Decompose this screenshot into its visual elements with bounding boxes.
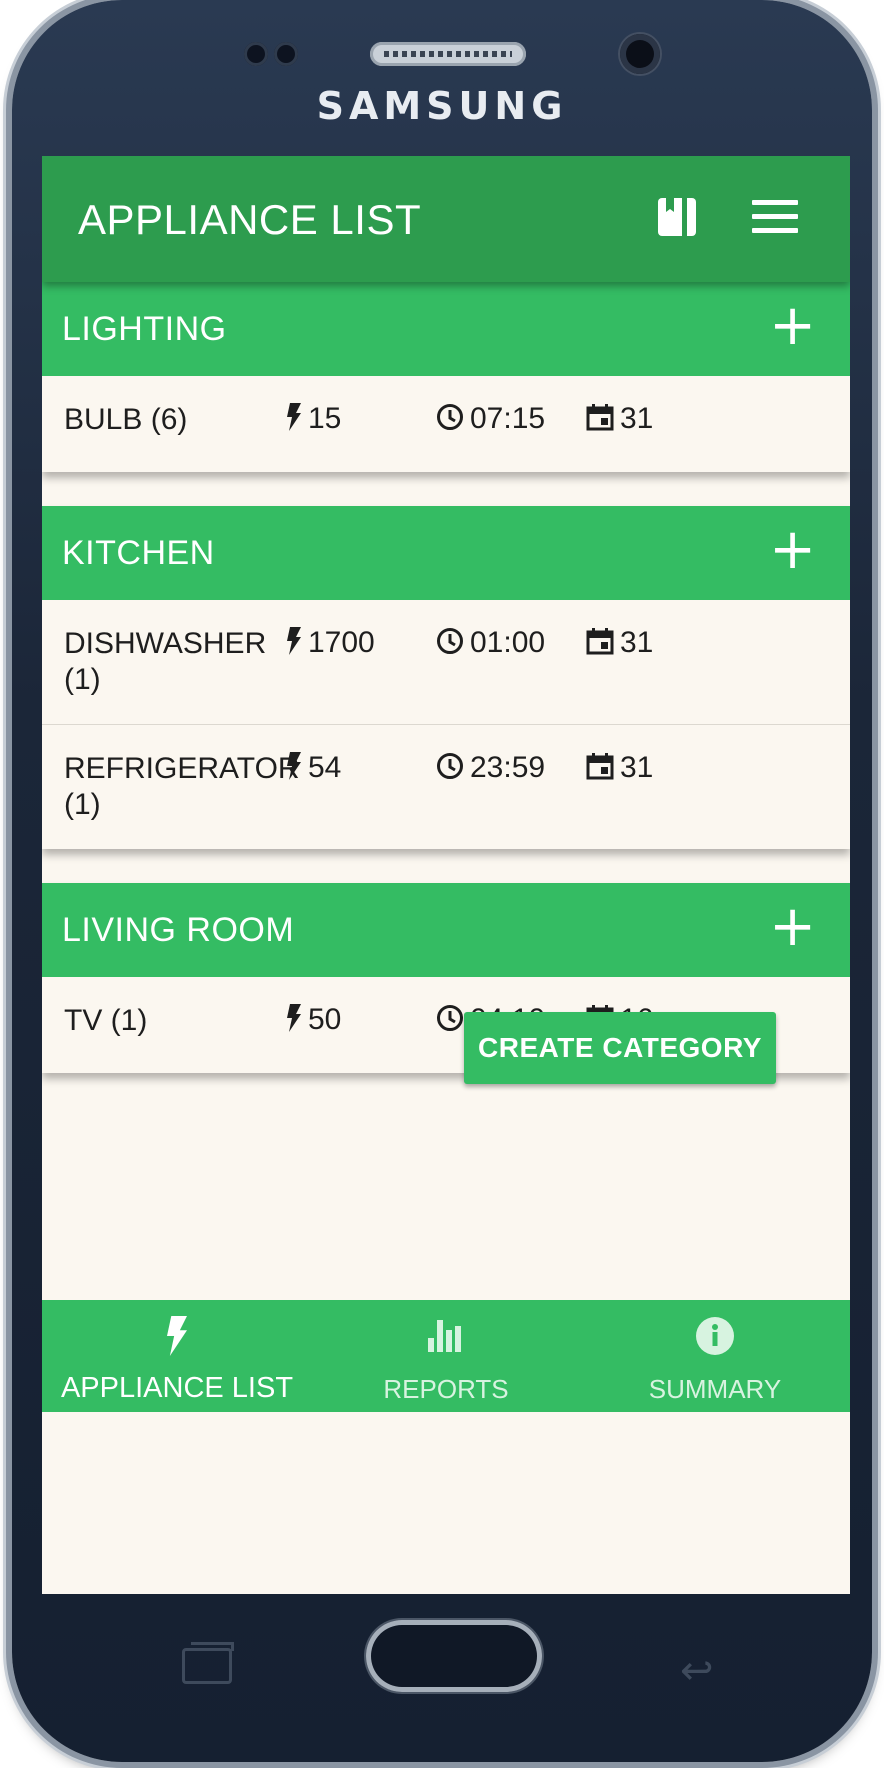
clock-icon: [437, 404, 463, 430]
info-icon: [696, 1317, 734, 1355]
add-appliance-button[interactable]: +: [769, 520, 816, 580]
home-button[interactable]: [366, 1620, 542, 1692]
watts-value: 15: [308, 402, 342, 435]
category-header: LIVING ROOM +: [42, 883, 850, 977]
appliance-name: BULB (6): [64, 403, 188, 436]
appliance-time: 01:00: [436, 626, 545, 660]
watts-value: 1700: [308, 626, 375, 659]
category-lighting: LIGHTING + BULB (6) 15 07:15 31: [42, 282, 850, 472]
light-sensor: [274, 42, 298, 66]
add-appliance-button[interactable]: +: [769, 296, 816, 356]
clock-icon: [437, 753, 463, 779]
appliance-watts: 15: [286, 402, 341, 436]
appliance-days: 31: [586, 751, 653, 785]
calendar-icon: [586, 628, 614, 655]
appliance-days: 31: [586, 626, 653, 660]
appliance-name: REFRIGERATOR (1): [64, 752, 300, 821]
add-appliance-button[interactable]: +: [769, 897, 816, 957]
days-value: 31: [620, 626, 654, 659]
watts-value: 54: [308, 751, 342, 784]
appliance-watts: 54: [286, 751, 341, 785]
clock-icon: [437, 1005, 463, 1031]
appliance-time: 07:15: [436, 402, 545, 436]
time-value: 23:59: [470, 751, 546, 784]
phone-brand: SAMSUNG: [316, 84, 568, 128]
calendar-icon: [586, 753, 614, 780]
time-value: 01:00: [470, 626, 546, 659]
category-header: KITCHEN +: [42, 506, 850, 600]
appliance-days: 31: [586, 402, 653, 436]
back-icon[interactable]: ↩: [680, 1648, 714, 1694]
days-value: 31: [620, 751, 654, 784]
appliance-time: 23:59: [436, 751, 545, 785]
category-name: KITCHEN: [62, 534, 215, 572]
recent-apps-icon[interactable]: [182, 1642, 234, 1684]
category-header: LIGHTING +: [42, 282, 850, 376]
days-value: 31: [620, 402, 654, 435]
appliance-row[interactable]: BULB (6) 15 07:15 31: [42, 376, 850, 472]
category-name: LIGHTING: [62, 310, 227, 348]
clock-icon: [437, 628, 463, 654]
bar-chart-icon: [428, 1320, 461, 1352]
tab-reports[interactable]: REPORTS: [311, 1300, 581, 1412]
tab-label: APPLIANCE LIST: [60, 1372, 294, 1404]
front-camera: [620, 34, 660, 74]
tab-label: REPORTS: [383, 1374, 509, 1404]
tab-label: SUMMARY: [648, 1374, 782, 1404]
bottom-navigation: APPLIANCE LIST REPORTS SUMMARY: [42, 1300, 850, 1412]
category-list: LIGHTING + BULB (6) 15 07:15 31 KITCHEN …: [42, 282, 850, 1107]
calendar-icon: [586, 404, 614, 431]
bolt-icon: [287, 403, 301, 431]
bolt-icon: [167, 1316, 187, 1356]
tab-summary[interactable]: SUMMARY: [580, 1300, 850, 1412]
page-title: APPLIANCE LIST: [78, 196, 422, 243]
appliance-name: DISHWASHER (1): [64, 627, 267, 696]
appliance-name: TV (1): [64, 1004, 148, 1037]
create-category-button[interactable]: CREATE CATEGORY: [464, 1012, 776, 1084]
category-kitchen: KITCHEN + DISHWASHER (1) 1700 01:00 31 R…: [42, 506, 850, 849]
category-name: LIVING ROOM: [62, 911, 295, 949]
appliance-watts: 1700: [286, 626, 375, 660]
app-bar: APPLIANCE LIST: [42, 156, 850, 282]
time-value: 07:15: [470, 402, 546, 435]
appliance-watts: 50: [286, 1003, 341, 1037]
earpiece-speaker: [370, 42, 526, 66]
bolt-icon: [287, 752, 301, 780]
appliance-row[interactable]: REFRIGERATOR (1) 54 23:59 31: [42, 725, 850, 849]
bolt-icon: [287, 1004, 301, 1032]
app-screen: APPLIANCE LIST LIGHTING + BULB (6) 15 07…: [42, 156, 850, 1594]
proximity-sensor: [244, 42, 268, 66]
book-icon[interactable]: [656, 196, 700, 238]
watts-value: 50: [308, 1003, 342, 1036]
menu-icon[interactable]: [752, 200, 798, 234]
bolt-icon: [287, 627, 301, 655]
tab-appliance-list[interactable]: APPLIANCE LIST: [42, 1300, 312, 1412]
appliance-row[interactable]: DISHWASHER (1) 1700 01:00 31: [42, 600, 850, 725]
